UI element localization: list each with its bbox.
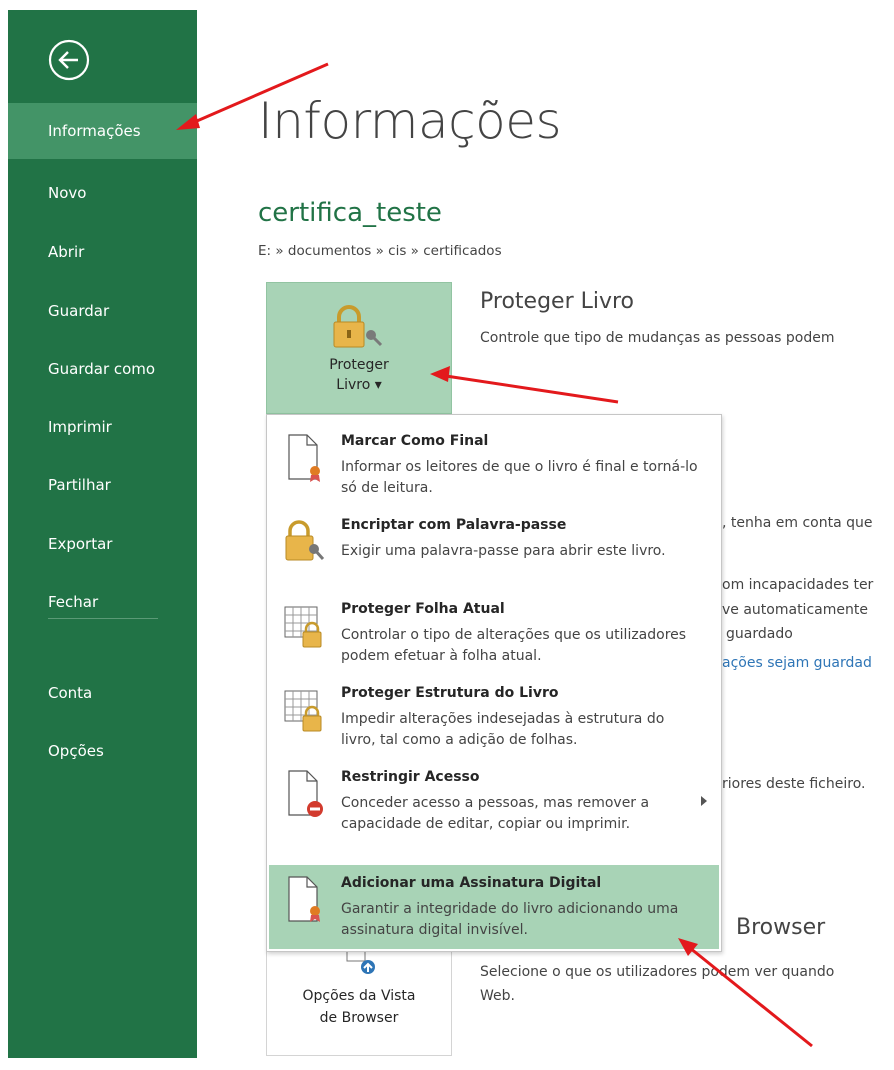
browser-button-label-line2: de Browser [319, 1010, 399, 1026]
lock-key-icon [285, 520, 325, 561]
browser-description-line2: Web. [480, 988, 515, 1004]
menu-item-description: Exigir uma palavra-passe para abrir este… [341, 543, 666, 559]
nav-item-imprimir[interactable]: Imprimir [8, 399, 197, 455]
page-title: Informações [258, 92, 562, 150]
browser-section-description: Selecione o que os utilizadores podem ve… [480, 960, 834, 1008]
nav-item-informacoes[interactable]: Informações [8, 103, 197, 159]
nav-item-guardar[interactable]: Guardar [8, 283, 197, 339]
menu-item-description: Garantir a integridade do livro adiciona… [341, 901, 679, 938]
menu-item-mark-as-final[interactable]: Marcar Como Final Informar os leitores d… [269, 423, 719, 507]
sheet-lock-icon [284, 690, 322, 732]
menu-item-title: Marcar Como Final [341, 433, 489, 449]
protect-section-heading: Proteger Livro [480, 289, 635, 314]
document-title: certifica_teste [258, 198, 442, 228]
menu-item-title: Proteger Folha Atual [341, 601, 505, 617]
document-ribbon-icon [288, 876, 320, 922]
background-text-fragment: riores deste ficheiro. [722, 776, 866, 792]
protect-workbook-menu: Marcar Como Final Informar os leitores d… [266, 414, 722, 952]
menu-item-description: Impedir alterações indesejadas à estrutu… [341, 711, 665, 748]
background-text-fragment: ve automaticamente [722, 602, 868, 618]
background-text-fragment: om incapacidades ter [722, 577, 874, 593]
background-text-fragment: guardado [726, 626, 793, 642]
menu-item-add-digital-signature[interactable]: Adicionar uma Assinatura Digital Garanti… [269, 865, 719, 949]
menu-item-title: Encriptar com Palavra-passe [341, 517, 567, 533]
protect-section-description: Controle que tipo de mudanças as pessoas… [480, 330, 835, 346]
menu-item-title: Proteger Estrutura do Livro [341, 685, 559, 701]
browser-description-line1: Selecione o que os utilizadores podem ve… [480, 964, 835, 980]
nav-divider [48, 618, 158, 619]
browser-button-label-line1: Opções da Vista [302, 988, 416, 1004]
menu-item-protect-workbook-structure[interactable]: Proteger Estrutura do Livro Impedir alte… [269, 675, 719, 759]
back-button[interactable] [47, 38, 91, 82]
submenu-arrow-icon [701, 796, 707, 806]
menu-item-title: Restringir Acesso [341, 769, 480, 785]
menu-item-description: Controlar o tipo de alterações que os ut… [341, 627, 687, 664]
menu-item-title: Adicionar uma Assinatura Digital [341, 875, 602, 891]
lock-key-icon [333, 305, 383, 348]
nav-item-opcoes[interactable]: Opções [8, 723, 197, 779]
sheet-lock-icon [284, 606, 322, 648]
nav-item-fechar[interactable]: Fechar [8, 574, 197, 630]
browser-section-heading: Browser [736, 915, 826, 940]
protect-button-label-line1: Proteger [329, 357, 389, 373]
annotation-arrow [430, 366, 619, 404]
breadcrumb: E: » documentos » cis » certificados [258, 243, 502, 259]
background-link-fragment[interactable]: ações sejam guardad [722, 655, 872, 671]
document-ribbon-icon [288, 434, 320, 482]
nav-item-partilhar[interactable]: Partilhar [8, 457, 197, 513]
document-restrict-icon [288, 770, 323, 817]
nav-item-novo[interactable]: Novo [8, 165, 197, 221]
nav-item-abrir[interactable]: Abrir [8, 224, 197, 280]
backstage-sidebar: Informações Novo Abrir Guardar Guardar c… [8, 10, 197, 1058]
protect-button-label-line2: Livro ▾ [336, 377, 382, 393]
protect-workbook-button[interactable]: Proteger Livro ▾ [266, 282, 452, 414]
menu-item-description: Informar os leitores de que o livro é fi… [341, 459, 698, 496]
menu-item-encrypt-password[interactable]: Encriptar com Palavra-passe Exigir uma p… [269, 507, 719, 591]
menu-item-description: Conceder acesso a pessoas, mas remover a… [341, 795, 650, 832]
background-text-fragment: , tenha em conta que [722, 515, 873, 531]
back-arrow-circle-icon [48, 39, 90, 81]
nav-item-guardar-como[interactable]: Guardar como [8, 341, 197, 397]
menu-item-restrict-access[interactable]: Restringir Acesso Conceder acesso a pess… [269, 759, 719, 843]
nav-item-exportar[interactable]: Exportar [8, 516, 197, 572]
menu-item-protect-current-sheet[interactable]: Proteger Folha Atual Controlar o tipo de… [269, 591, 719, 675]
nav-item-conta[interactable]: Conta [8, 665, 197, 721]
